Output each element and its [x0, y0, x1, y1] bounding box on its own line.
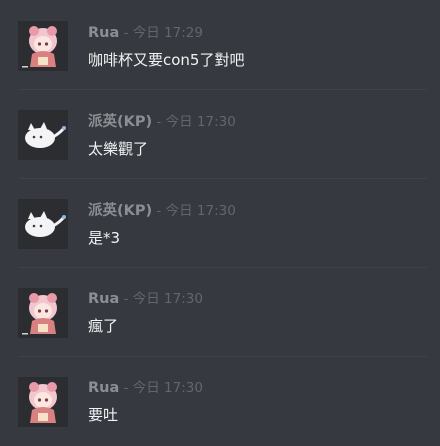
timestamp: 今日 17:29: [132, 25, 203, 41]
author-name[interactable]: 派英(KP): [88, 203, 152, 219]
message-item: 派英(KP) - 今日 17:30 是*3: [0, 179, 440, 268]
anime-girl-avatar-icon[interactable]: [18, 288, 68, 338]
timestamp: 今日 17:30: [165, 203, 236, 219]
timestamp: 今日 17:30: [165, 114, 236, 130]
anime-girl-avatar-icon[interactable]: [18, 21, 68, 71]
message-item: Rua - 今日 17:30 瘋了: [0, 268, 440, 357]
timestamp: 今日 17:30: [132, 380, 203, 396]
anime-girl-avatar-icon[interactable]: [18, 377, 68, 427]
author-name[interactable]: Rua: [88, 291, 119, 307]
author-name[interactable]: 派英(KP): [88, 114, 152, 130]
message-item: 派英(KP) - 今日 17:30 太樂觀了: [0, 90, 440, 179]
message-header: 派英(KP) - 今日 17:30: [88, 113, 236, 131]
message-header: Rua - 今日 17:30: [88, 290, 203, 308]
timestamp-separator: -: [119, 25, 133, 41]
timestamp-separator: -: [152, 114, 166, 130]
message-text: 要吐: [88, 406, 119, 424]
message-item: Rua - 今日 17:29 咖啡杯又要con5了對吧: [0, 0, 440, 89]
white-cat-avatar-icon[interactable]: [18, 199, 68, 249]
message-header: Rua - 今日 17:30: [88, 379, 203, 397]
message-text: 咖啡杯又要con5了對吧: [88, 51, 245, 69]
message-header: 派英(KP) - 今日 17:30: [88, 202, 236, 220]
timestamp-separator: -: [119, 380, 133, 396]
author-name[interactable]: Rua: [88, 25, 119, 41]
message-text: 太樂觀了: [88, 140, 149, 158]
message-text: 是*3: [88, 229, 121, 247]
message-header: Rua - 今日 17:29: [88, 24, 203, 42]
white-cat-avatar-icon[interactable]: [18, 110, 68, 160]
message-text: 瘋了: [88, 317, 119, 335]
timestamp-separator: -: [119, 291, 133, 307]
message-feed: Rua - 今日 17:29 咖啡杯又要con5了對吧 派英(KP) - 今日 …: [0, 0, 440, 433]
timestamp: 今日 17:30: [132, 291, 203, 307]
timestamp-separator: -: [152, 203, 166, 219]
author-name[interactable]: Rua: [88, 380, 119, 396]
